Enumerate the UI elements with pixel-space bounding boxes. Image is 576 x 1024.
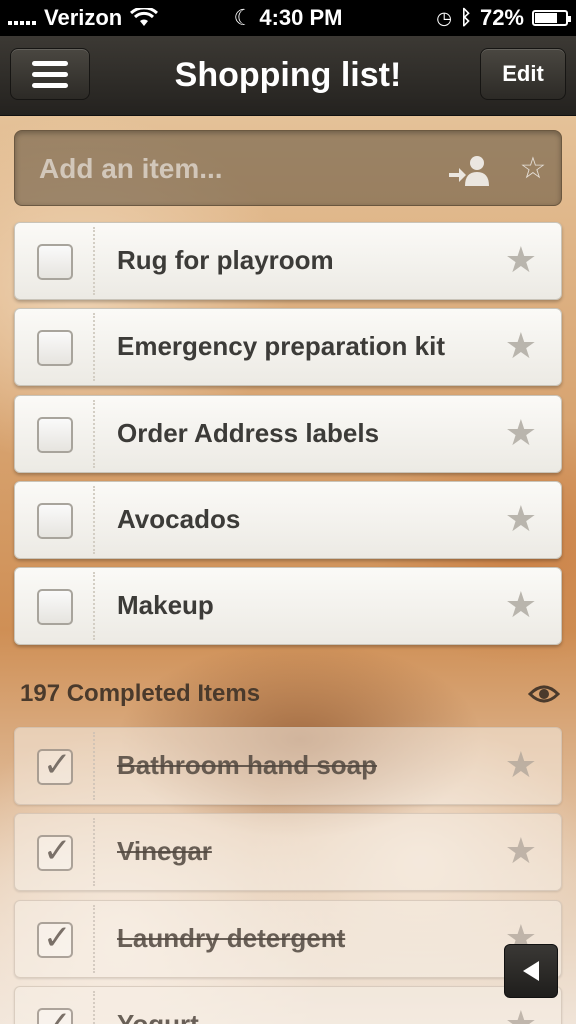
task-row[interactable]: Emergency preparation kit ★ [14, 308, 562, 386]
signal-icon [8, 11, 36, 25]
task-checkbox[interactable] [37, 244, 73, 280]
task-checkbox-checked[interactable]: ✓ [37, 1005, 73, 1024]
star-outline-icon[interactable]: ★ [505, 1004, 537, 1024]
row-divider [93, 905, 95, 973]
task-row[interactable]: Makeup ★ [14, 567, 562, 645]
task-label: Makeup [117, 590, 214, 620]
task-label: Avocados [117, 504, 241, 534]
task-row[interactable]: Rug for playroom ★ [14, 222, 562, 300]
checkmark-icon: ✓ [43, 832, 72, 870]
star-outline-icon[interactable]: ★ [505, 326, 537, 366]
checkmark-icon: ✓ [43, 746, 72, 784]
task-checkbox[interactable] [37, 417, 73, 453]
completed-task-row[interactable]: ✓ Bathroom hand soap ★ [14, 727, 562, 805]
star-outline-icon[interactable]: ★ [505, 745, 537, 785]
task-row[interactable]: Avocados ★ [14, 481, 562, 559]
row-divider [93, 818, 95, 886]
battery-icon [532, 10, 571, 26]
task-checkbox[interactable] [37, 589, 73, 625]
nav-bar: Shopping list! Edit [0, 36, 576, 116]
completed-task-row[interactable]: ✓ Vinegar ★ [14, 813, 562, 891]
checkmark-icon: ✓ [43, 919, 72, 957]
eye-icon[interactable] [528, 682, 560, 706]
completed-task-row[interactable]: ✓ Yogurt ★ [14, 986, 562, 1024]
star-outline-icon[interactable]: ★ [505, 831, 537, 871]
status-bar: Verizon ☾ 4:30 PM ◷ ᛒ 72% [0, 0, 576, 36]
row-divider [93, 732, 95, 800]
clock-time: 4:30 PM [259, 5, 343, 30]
star-outline-icon[interactable]: ☆ [515, 151, 551, 187]
assign-person-icon[interactable] [447, 153, 491, 187]
task-checkbox-checked[interactable]: ✓ [37, 919, 73, 958]
add-item-input[interactable] [39, 149, 419, 189]
moon-icon: ☾ [233, 5, 254, 30]
back-arrow-icon [523, 961, 539, 981]
task-label: Order Address labels [117, 418, 380, 448]
task-label: Yogurt [117, 1009, 199, 1024]
row-divider [93, 486, 95, 554]
task-row[interactable]: Order Address labels ★ [14, 395, 562, 473]
task-label: Emergency preparation kit [117, 331, 445, 361]
task-label: Bathroom hand soap [117, 750, 378, 780]
task-checkbox-checked[interactable]: ✓ [37, 746, 73, 785]
task-label: Vinegar [117, 836, 212, 866]
checkmark-icon: ✓ [43, 1005, 72, 1024]
task-checkbox-checked[interactable]: ✓ [37, 832, 73, 871]
row-divider [93, 400, 95, 468]
task-checkbox[interactable] [37, 503, 73, 539]
star-outline-icon[interactable]: ★ [505, 499, 537, 539]
bluetooth-icon: ᛒ [459, 6, 472, 29]
add-item-bar: ☆ [14, 130, 562, 206]
row-divider [93, 227, 95, 295]
row-divider [93, 572, 95, 640]
star-outline-icon[interactable]: ★ [505, 413, 537, 453]
wifi-icon [130, 8, 159, 26]
carrier-label: Verizon [44, 5, 123, 30]
star-outline-icon[interactable]: ★ [505, 585, 537, 625]
completed-task-row[interactable]: ✓ Laundry detergent ★ [14, 900, 562, 978]
completed-items-header[interactable]: 197 Completed Items [20, 676, 560, 712]
row-divider [93, 313, 95, 381]
edit-button[interactable]: Edit [480, 48, 566, 100]
task-label: Laundry detergent [117, 923, 346, 953]
task-checkbox[interactable] [37, 330, 73, 366]
completed-count: 197 Completed Items [20, 680, 261, 707]
row-divider [93, 991, 95, 1024]
battery-percent: 72% [479, 5, 524, 30]
star-outline-icon[interactable]: ★ [505, 240, 537, 280]
alarm-icon: ◷ [436, 7, 452, 28]
back-button[interactable] [504, 944, 558, 998]
task-label: Rug for playroom [117, 245, 334, 275]
